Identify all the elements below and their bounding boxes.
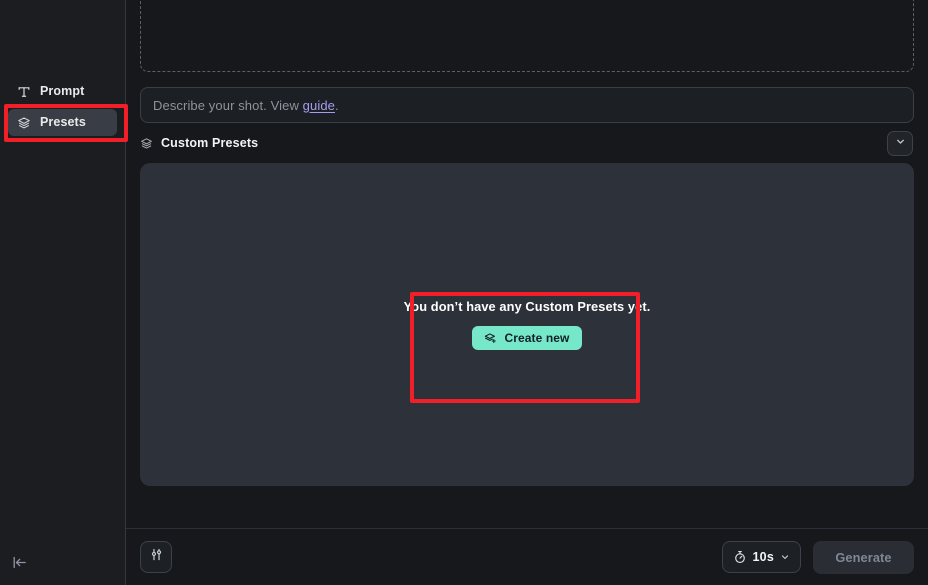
main-content: Describe your shot. View guide. Custom P… [126,0,928,585]
prompt-input[interactable]: Describe your shot. View guide. [140,87,914,123]
settings-button[interactable] [140,541,172,573]
bottom-right-group: 10s Generate [721,540,914,574]
main-scroll-area: Describe your shot. View guide. Custom P… [126,0,928,528]
page-title: Custom Presets [161,136,259,150]
create-new-preset-label: Create new [504,331,570,345]
chevron-down-icon [780,552,790,562]
custom-presets-panel: You don’t have any Custom Presets yet. C… [140,163,914,486]
create-new-preset-button[interactable]: Create new [472,326,582,350]
sidebar-item-presets[interactable]: Presets [8,109,117,136]
custom-presets-header: Custom Presets [140,123,914,163]
empty-state: You don’t have any Custom Presets yet. C… [404,299,651,350]
layers-icon [140,137,153,150]
layers-icon [16,115,31,130]
section-title-group: Custom Presets [140,136,258,150]
prompt-placeholder-suffix: . [334,97,339,113]
sidebar-item-prompt[interactable]: Prompt [8,78,117,105]
bottom-toolbar: 10s Generate [126,528,928,585]
layers-plus-icon [484,332,497,345]
duration-selector[interactable]: 10s [721,541,801,573]
generate-button[interactable]: Generate [813,540,914,574]
prompt-placeholder-prefix: Describe your shot. View [153,97,303,113]
duration-value: 10s [752,550,774,564]
guide-link[interactable]: guide [303,98,335,113]
sidebar-item-label: Prompt [40,84,85,99]
sidebar-nav: Prompt Presets [0,0,125,136]
left-sidebar: Prompt Presets [0,0,126,585]
app-root: Prompt Presets Describe your shot. View … [0,0,928,585]
sliders-icon [149,547,164,567]
text-type-icon [16,84,31,99]
empty-state-message: You don’t have any Custom Presets yet. [403,299,651,314]
sidebar-item-label: Presets [40,115,86,130]
collapse-section-button[interactable] [887,130,913,156]
prompt-placeholder-text: Describe your shot. View guide. [153,98,339,113]
media-dropzone[interactable] [140,0,914,72]
stopwatch-icon [733,550,747,564]
chevron-down-icon [895,134,906,152]
collapse-panel-icon[interactable] [8,551,30,573]
